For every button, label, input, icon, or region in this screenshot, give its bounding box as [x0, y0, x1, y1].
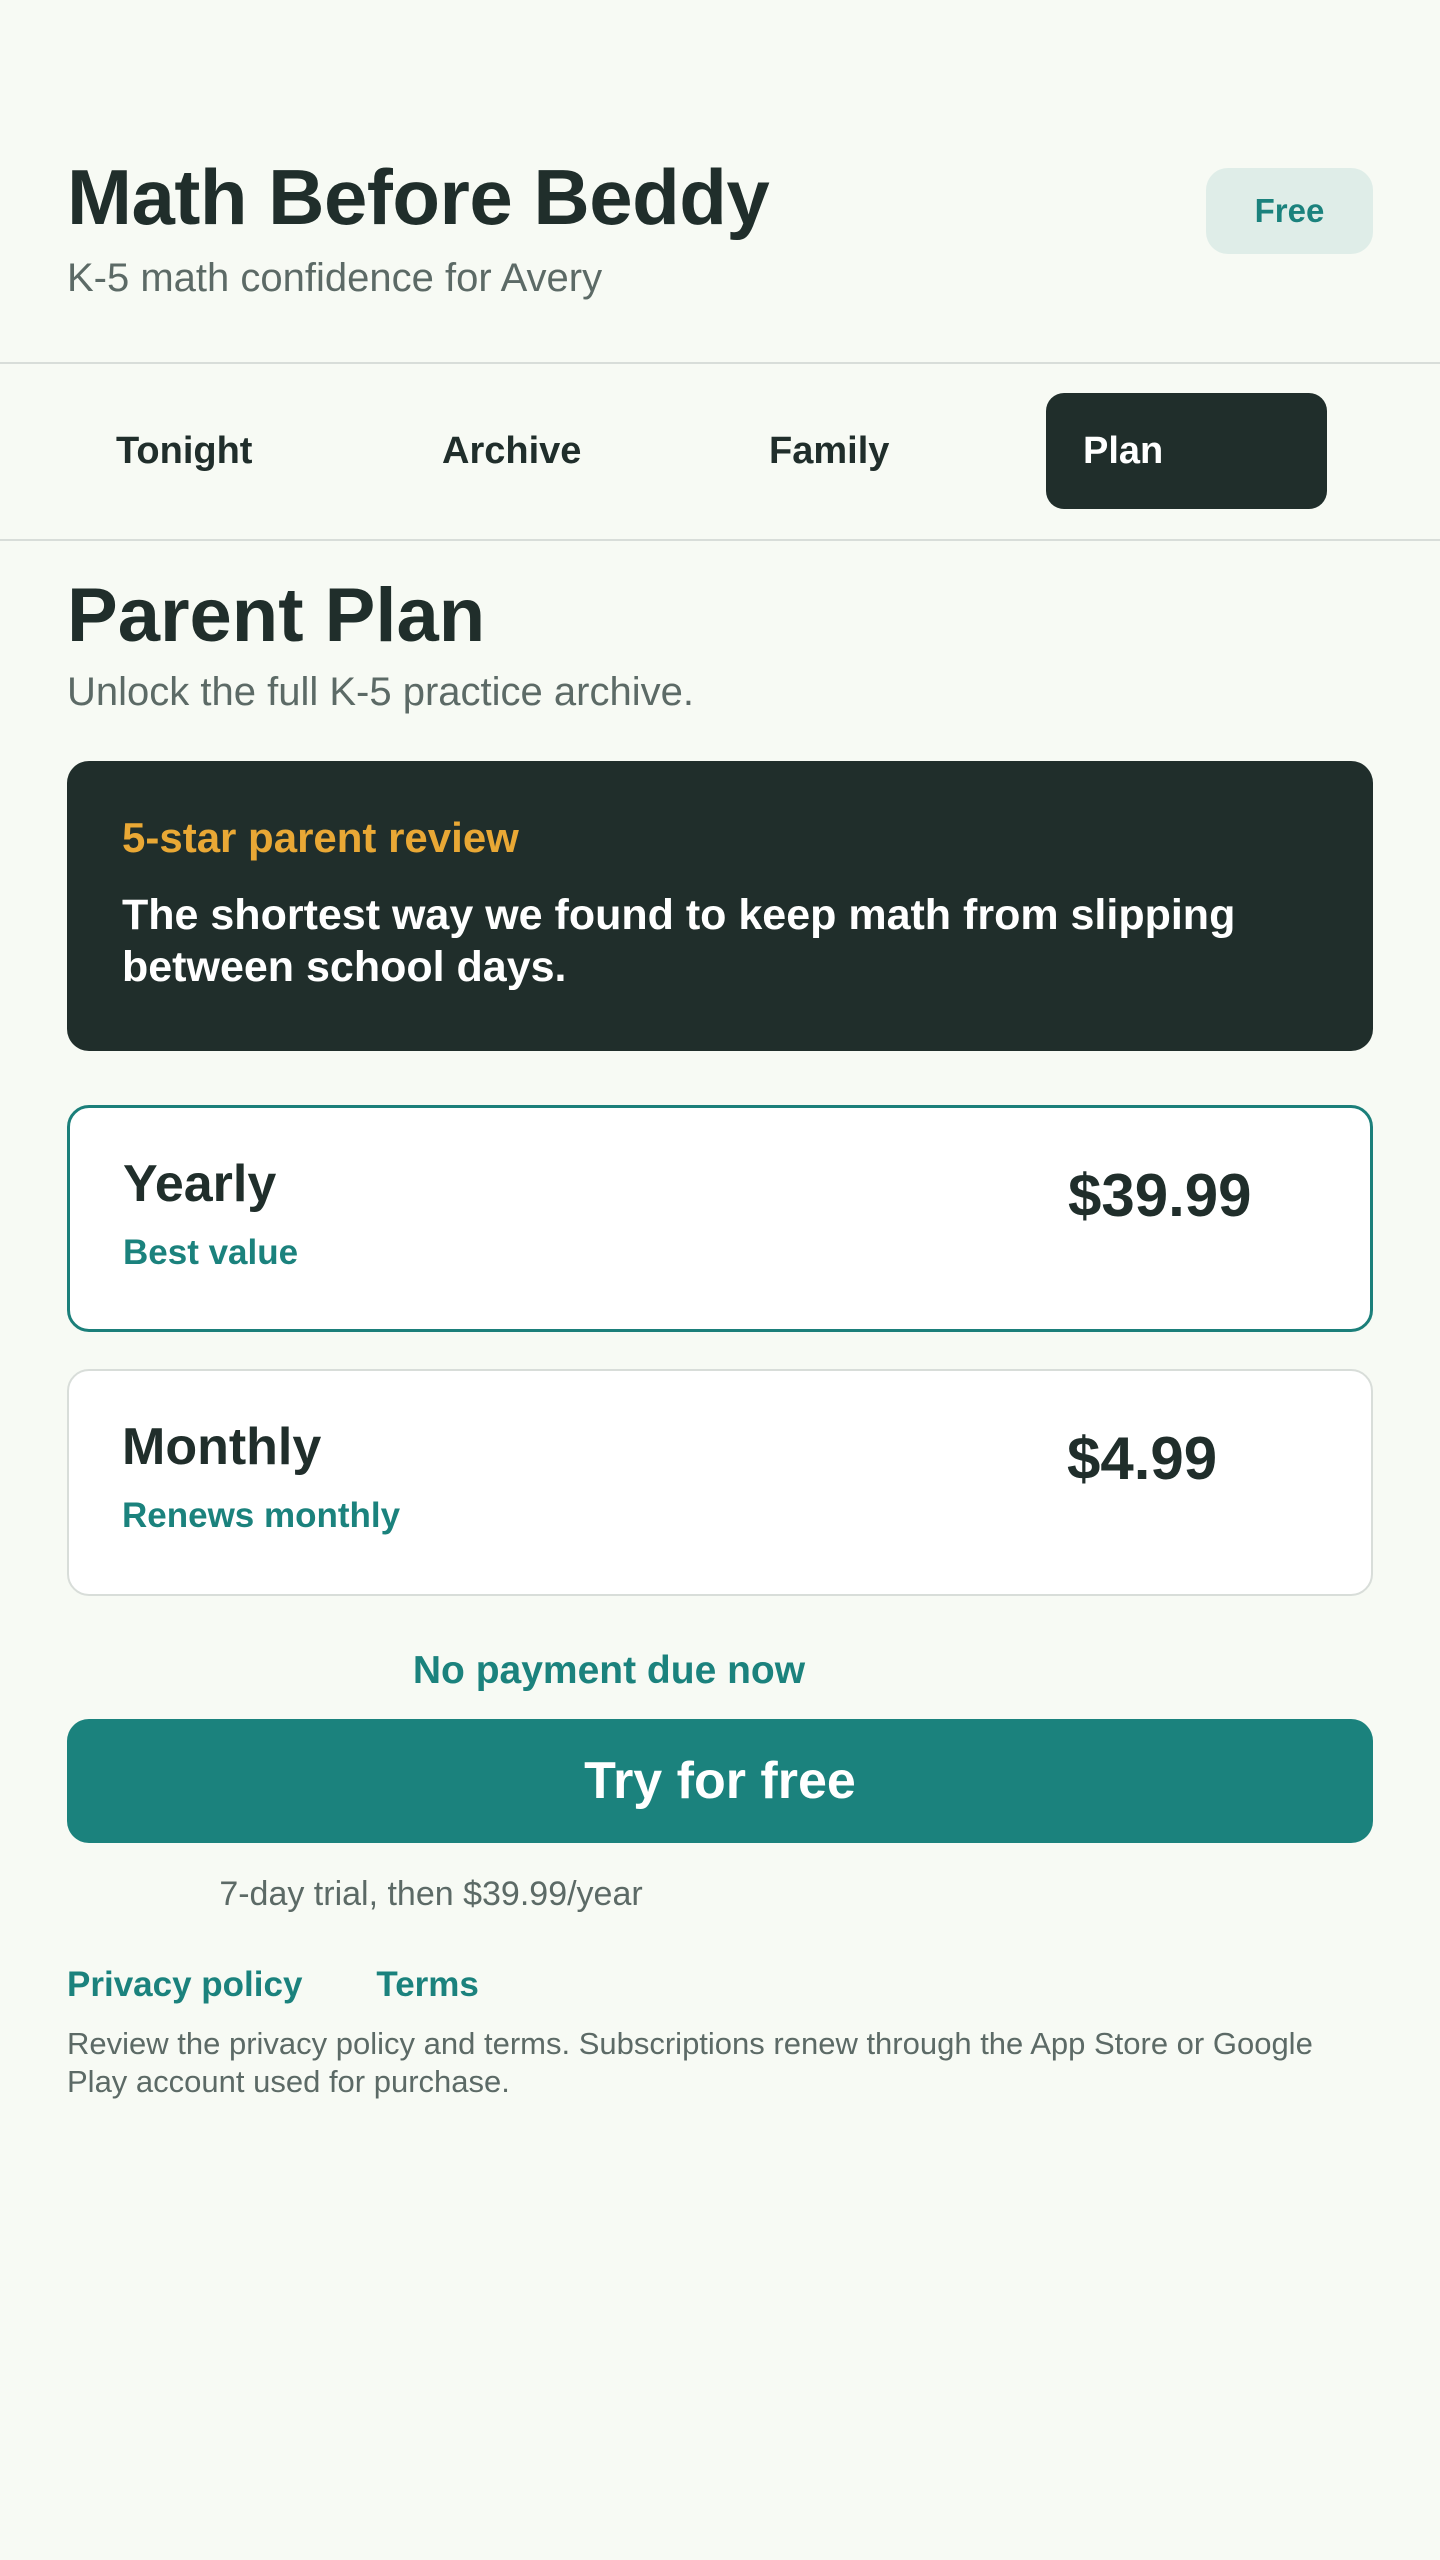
tab-bar: Tonight Archive Family Plan	[67, 393, 1373, 509]
no-payment-notice: No payment due now	[412, 1649, 806, 1692]
app-header: Math Before Beddy K-5 math confidence fo…	[67, 150, 1373, 310]
plan-price: $4.99	[1067, 1425, 1218, 1492]
privacy-policy-link[interactable]: Privacy policy	[67, 1967, 302, 2002]
review-quote: The shortest way we found to keep math f…	[122, 891, 1236, 991]
plan-option-monthly[interactable]: Monthly Renews monthly $4.99	[67, 1369, 1373, 1596]
review-card: 5-star parent review The shortest way we…	[67, 761, 1373, 1051]
footer-links: Privacy policy Terms	[67, 1967, 479, 2002]
try-for-free-button[interactable]: Try for free	[67, 1719, 1373, 1843]
tab-tonight[interactable]: Tonight	[116, 393, 252, 509]
page-subtitle: Unlock the full K-5 practice archive.	[67, 670, 694, 714]
tab-plan[interactable]: Plan	[1046, 393, 1327, 509]
plan-note: Best value	[123, 1233, 299, 1272]
plan-note: Renews monthly	[122, 1496, 401, 1535]
review-label: 5-star parent review	[122, 814, 519, 861]
plan-option-yearly[interactable]: Yearly Best value $39.99	[67, 1105, 1373, 1332]
terms-link[interactable]: Terms	[376, 1967, 478, 2002]
plan-name: Yearly	[123, 1155, 277, 1213]
legal-text: Review the privacy policy and terms. Sub…	[67, 2026, 1313, 2099]
plan-price: $39.99	[1068, 1162, 1252, 1229]
app-title: Math Before Beddy	[67, 153, 770, 241]
page-title: Parent Plan	[67, 573, 486, 658]
tab-family[interactable]: Family	[769, 393, 889, 509]
tabs-divider-bottom	[0, 539, 1440, 541]
tabs-divider-top	[0, 362, 1440, 364]
plan-name: Monthly	[122, 1418, 322, 1476]
trial-note: 7-day trial, then $39.99/year	[219, 1875, 643, 1913]
app-subtitle: K-5 math confidence for Avery	[67, 256, 603, 300]
plan-status-badge[interactable]: Free	[1206, 168, 1373, 254]
tab-archive[interactable]: Archive	[442, 393, 581, 509]
